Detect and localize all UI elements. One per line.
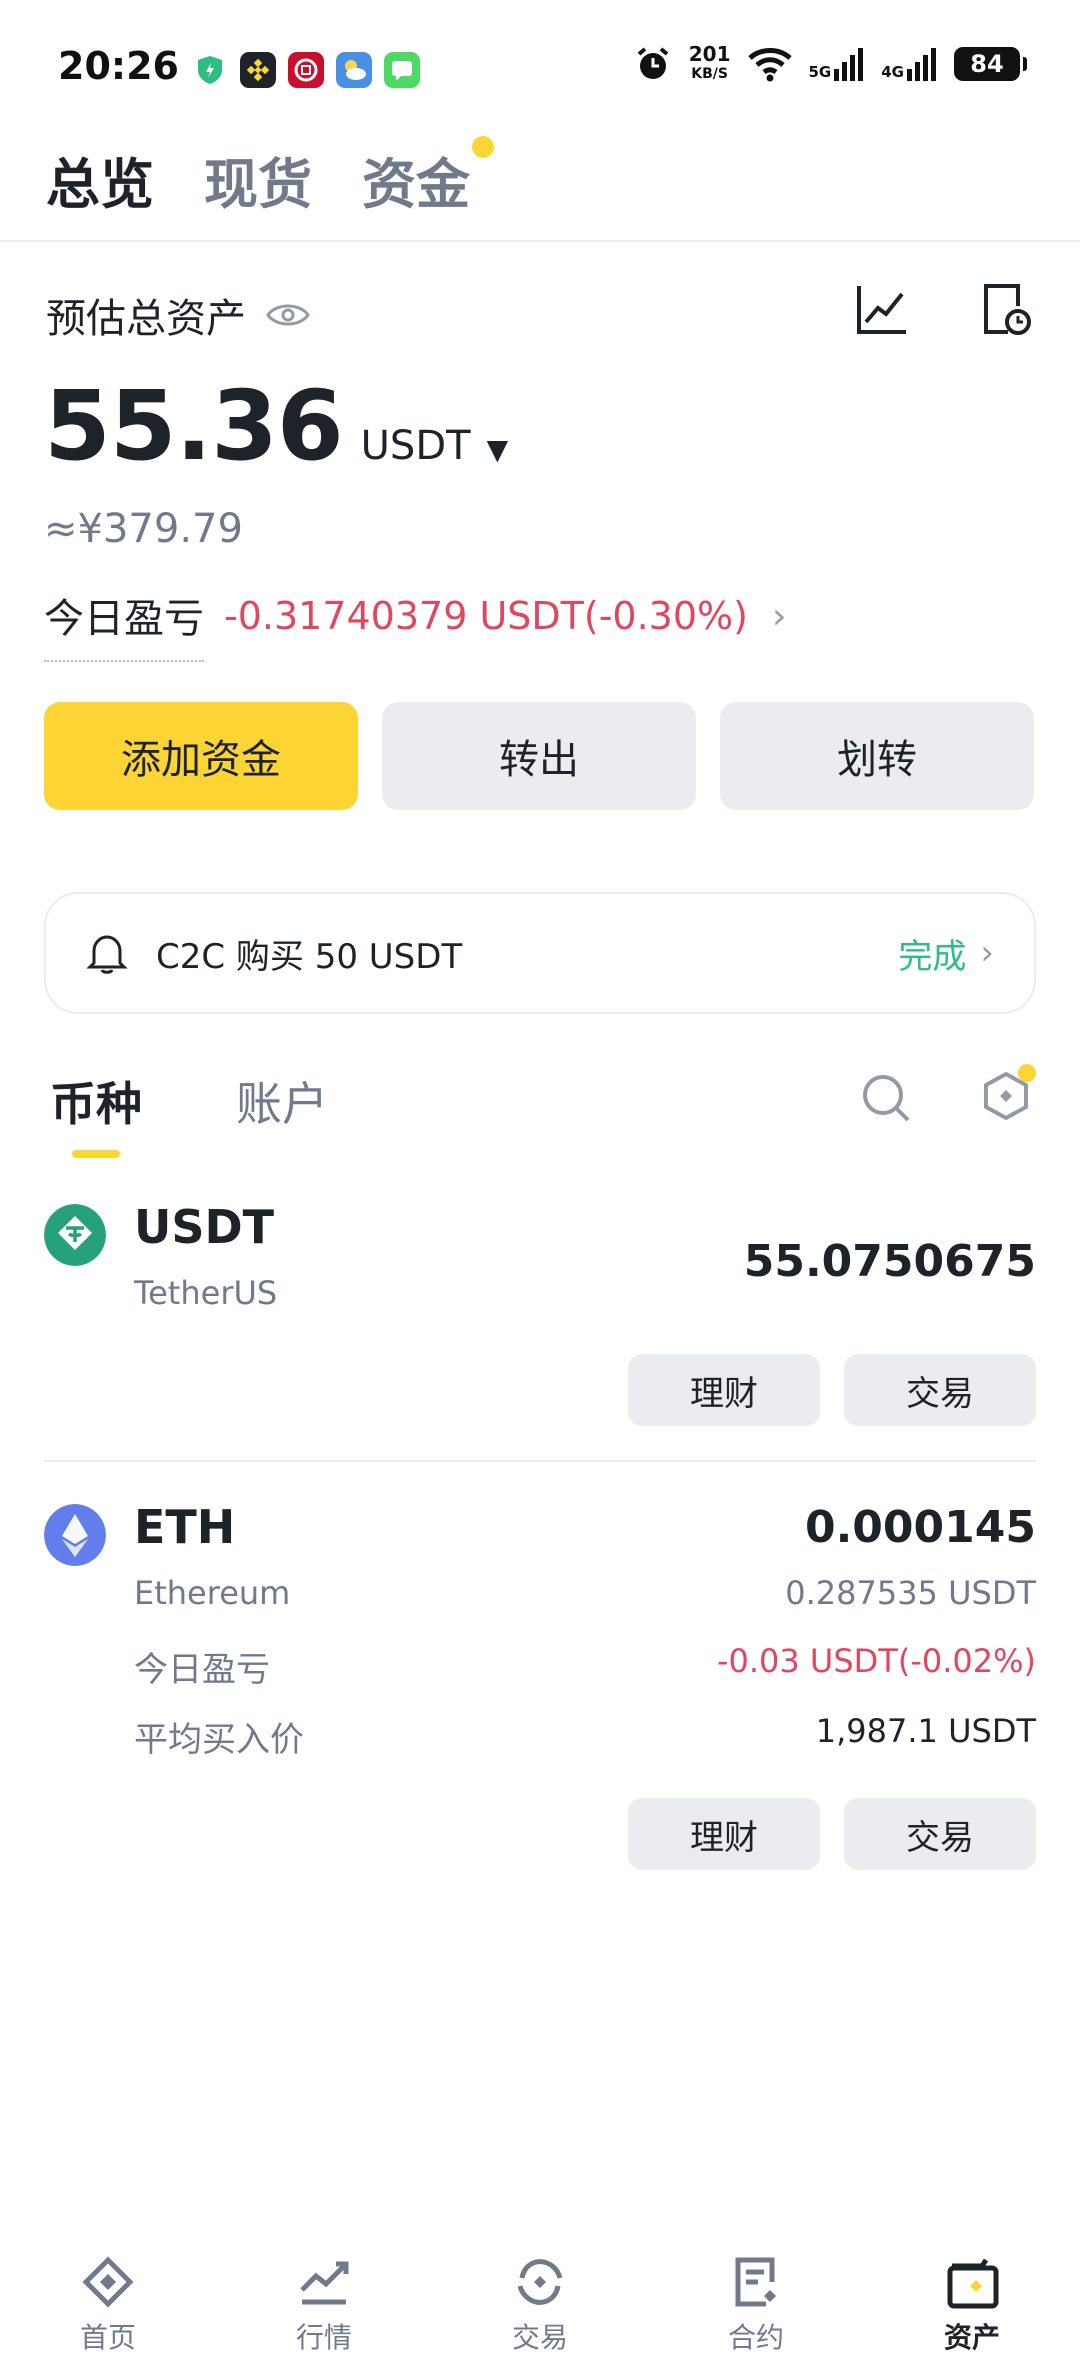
coin-name: Ethereum [134,1574,291,1612]
notification-dot [1018,1064,1036,1082]
signal-bars-icon [834,48,864,81]
tab-overview[interactable]: 总览 [46,140,154,219]
c2c-order-banner[interactable]: C2C 购买 50 USDT 完成 › [44,892,1036,1014]
avg-buy-price-label: 平均买入价 [134,1720,304,1760]
nav-trade[interactable]: 交易 [432,2240,648,2372]
earn-button[interactable]: 理财 [628,1354,820,1426]
top-tabs: 总览 现货 资金 [46,136,494,219]
row-divider [44,1460,1036,1462]
c2c-order-status: 完成 [898,936,967,977]
today-pnl-label: 今日盈亏 [134,1650,270,1690]
network-speed: 201 KB/S [688,42,731,82]
tab-funding-label: 资金 [362,153,470,216]
coin-row-eth[interactable]: ETH Ethereum 0.000145 0.287535 USDT 今日盈亏… [0,1490,1080,1880]
binance-app-icon [240,52,276,88]
estimated-total-text: 预估总资产 [46,296,246,342]
today-pnl-row[interactable]: 今日盈亏 -0.31740379 USDT(-0.30%) › [44,586,786,662]
tab-funding[interactable]: 资金 [362,136,494,219]
nav-markets[interactable]: 行情 [216,2240,432,2372]
nav-assets-label: 资产 [943,2321,1000,2354]
nav-trade-label: 交易 [511,2321,568,2354]
bell-icon [86,935,128,974]
signal-5g: 5G [809,47,866,81]
tab-coins[interactable]: 币种 [50,1068,142,1158]
balance-cny: ≈¥379.79 [44,506,243,552]
futures-icon [735,2257,776,2307]
estimated-total-label: 预估总资产 [46,286,310,344]
tab-spot[interactable]: 现货 [204,140,312,219]
coin-symbol: USDT [134,1200,275,1254]
header-divider [0,240,1080,242]
history-icon[interactable] [978,282,1034,338]
asset-sub-tabs: 币种 账户 [50,1068,328,1158]
notification-icons [192,52,420,88]
tab-coins-label: 币种 [50,1077,142,1131]
status-time: 20:26 [58,44,179,88]
avg-buy-price-value: 1,987.1 USDT [815,1712,1036,1750]
nav-futures-label: 合约 [727,2321,784,2354]
status-bar: 20:26 201 KB/S 5G 4G 84 [0,0,1080,140]
nav-futures[interactable]: 合约 [648,2240,864,2372]
today-pnl-label[interactable]: 今日盈亏 [44,586,204,662]
coin-row-usdt[interactable]: USDT TetherUS 55.0750675 理财 交易 [0,1190,1080,1450]
bottom-navigation: 首页 行情 交易 合约 资产 [0,2240,1080,2372]
notification-dot [472,136,494,158]
chevron-right-icon: › [980,933,994,973]
settings-hex-button[interactable] [978,1064,1038,1128]
total-balance: 55.36 USDT ▼ [44,370,508,482]
signal-4g: 4G [881,47,938,81]
messages-app-icon [384,52,420,88]
action-buttons: 添加资金 转出 划转 [44,702,1034,810]
search-icon[interactable] [858,1070,914,1126]
home-icon [82,2256,134,2308]
nav-assets[interactable]: 资产 [864,2240,1080,2372]
signal-bars-icon [907,48,936,81]
today-pnl-value: -0.03 USDT(-0.02%) [716,1642,1036,1680]
coin-name: TetherUS [134,1274,278,1312]
trade-icon [517,2259,563,2305]
chevron-right-icon[interactable]: › [772,596,786,637]
caret-down-icon[interactable]: ▼ [487,433,509,466]
balance-value: 55.36 [44,370,344,482]
c2c-order-text: C2C 购买 50 USDT [156,936,463,977]
nav-home-label: 首页 [79,2321,136,2354]
tab-accounts[interactable]: 账户 [236,1068,328,1134]
wifi-icon [747,48,792,82]
eth-coin-icon [44,1504,106,1566]
today-pnl-value: -0.31740379 USDT(-0.30%) [224,594,748,638]
add-funds-button[interactable]: 添加资金 [44,702,358,810]
status-right: 201 KB/S 5G 4G 84 [633,42,1027,84]
trade-button[interactable]: 交易 [844,1798,1036,1870]
eye-icon[interactable] [266,300,310,330]
coin-symbol: ETH [134,1500,236,1554]
pnl-chart-icon[interactable] [854,282,910,338]
shield-app-icon [192,52,228,88]
balance-unit[interactable]: USDT [361,423,471,469]
coin-amount: 0.000145 [804,1502,1036,1553]
bank-app-icon [288,52,324,88]
transfer-button[interactable]: 划转 [720,702,1034,810]
earn-button[interactable]: 理财 [628,1798,820,1870]
wallet-icon [947,2258,999,2309]
coin-amount: 55.0750675 [743,1236,1036,1287]
nav-home[interactable]: 首页 [0,2240,216,2372]
weather-app-icon [336,52,372,88]
withdraw-button[interactable]: 转出 [382,702,696,810]
markets-icon [300,2261,349,2305]
coin-value-usdt: 0.287535 USDT [785,1574,1036,1612]
trade-button[interactable]: 交易 [844,1354,1036,1426]
battery-indicator: 84 [954,47,1027,81]
usdt-coin-icon [44,1204,106,1266]
active-tab-indicator [72,1150,120,1158]
nav-markets-label: 行情 [295,2321,352,2354]
alarm-icon [637,47,669,79]
